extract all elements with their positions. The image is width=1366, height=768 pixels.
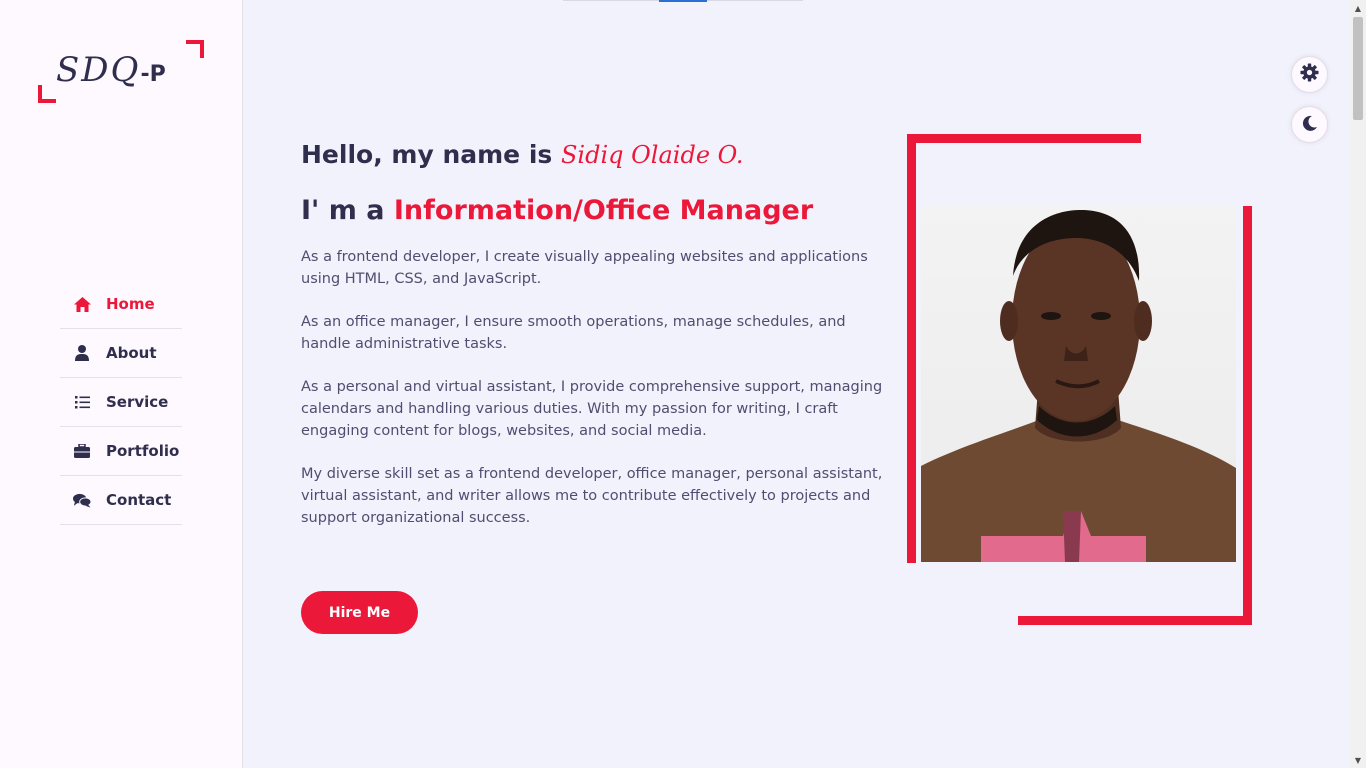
bio-text: As a frontend developer, I create visual… [301, 246, 891, 550]
profile-photo [921, 206, 1236, 562]
nav-label-about: About [106, 344, 157, 362]
nav-label-contact: Contact [106, 491, 172, 509]
nav-item-about[interactable]: About [60, 329, 182, 378]
home-icon [73, 296, 91, 312]
main-nav: Home About Service Portfolio Contact [60, 280, 182, 525]
scroll-down-arrow-icon[interactable]: ▼ [1350, 752, 1366, 768]
nav-item-portfolio[interactable]: Portfolio [60, 427, 182, 476]
sidebar: SDQ-P Home About Service Portfolio Conta… [0, 0, 243, 768]
site-logo[interactable]: SDQ-P [38, 40, 204, 103]
nav-item-contact[interactable]: Contact [60, 476, 182, 525]
photo-frame-bottom [1018, 616, 1252, 625]
photo-frame-top [907, 134, 1141, 143]
list-icon [73, 394, 91, 410]
hire-me-button[interactable]: Hire Me [301, 591, 418, 634]
logo-suffix: -P [140, 62, 166, 87]
logo-main: SDQ [56, 50, 141, 90]
logo-corner-right [186, 40, 204, 58]
photo-frame-right [1243, 206, 1252, 625]
owner-name: Sidiq Olaide O. [560, 141, 744, 169]
role-prefix: I' m a [301, 195, 394, 226]
bio-paragraph: As a personal and virtual assistant, I p… [301, 379, 883, 439]
user-icon [73, 345, 91, 361]
greeting-prefix: Hello, my name is [301, 140, 561, 169]
top-divider-highlight [659, 0, 707, 2]
bio-paragraph: As an office manager, I ensure smooth op… [301, 314, 846, 352]
nav-item-service[interactable]: Service [60, 378, 182, 427]
greeting-heading: Hello, my name is Sidiq Olaide O. [301, 140, 744, 169]
logo-corner-left [38, 85, 56, 103]
logo-text: SDQ-P [56, 50, 166, 90]
role-heading: I' m a Information/Office Manager [301, 195, 813, 226]
gear-icon [1300, 63, 1319, 86]
nav-label-service: Service [106, 393, 169, 411]
home-section: Hello, my name is Sidiq Olaide O. I' m a… [243, 0, 1350, 768]
settings-button[interactable] [1291, 56, 1328, 93]
nav-label-portfolio: Portfolio [106, 442, 180, 460]
role-title: Information/Office Manager [393, 195, 814, 226]
nav-label-home: Home [106, 295, 155, 313]
photo-frame-left [907, 134, 916, 563]
page-scrollbar[interactable]: ▲ ▼ [1350, 0, 1366, 768]
nav-item-home[interactable]: Home [60, 280, 182, 329]
scroll-up-arrow-icon[interactable]: ▲ [1350, 0, 1366, 16]
scrollbar-thumb[interactable] [1353, 17, 1363, 120]
moon-icon [1302, 115, 1318, 135]
bio-paragraph: As a frontend developer, I create visual… [301, 249, 868, 287]
comments-icon [73, 492, 91, 508]
bio-paragraph: My diverse skill set as a frontend devel… [301, 466, 883, 526]
theme-toggle-button[interactable] [1291, 106, 1328, 143]
briefcase-icon [73, 443, 91, 459]
